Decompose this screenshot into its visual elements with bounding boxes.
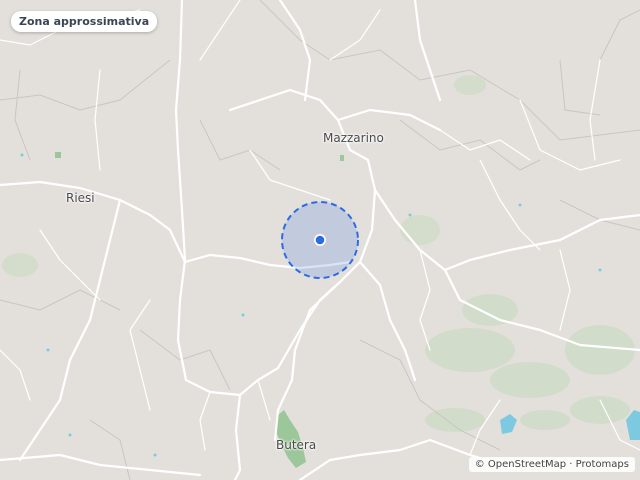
place-label-butera: Butera <box>276 438 317 452</box>
attribution-separator: · <box>569 459 573 470</box>
place-label-mazzarino: Mazzarino <box>323 131 384 145</box>
location-marker[interactable] <box>315 235 325 245</box>
protomaps-link[interactable]: Protomaps <box>576 459 629 470</box>
openstreetmap-link[interactable]: OpenStreetMap <box>488 459 566 470</box>
copyright-symbol: © <box>474 459 485 470</box>
approximate-zone-badge: Zona approssimativa <box>11 11 158 32</box>
place-label-riesi: Riesi <box>66 191 95 205</box>
map-view[interactable]: Mazzarino Riesi Butera Zona approssimati… <box>0 0 640 480</box>
map-base <box>0 0 640 480</box>
map-attribution: © OpenStreetMap · Protomaps <box>468 457 635 472</box>
approximate-zone <box>281 201 359 279</box>
